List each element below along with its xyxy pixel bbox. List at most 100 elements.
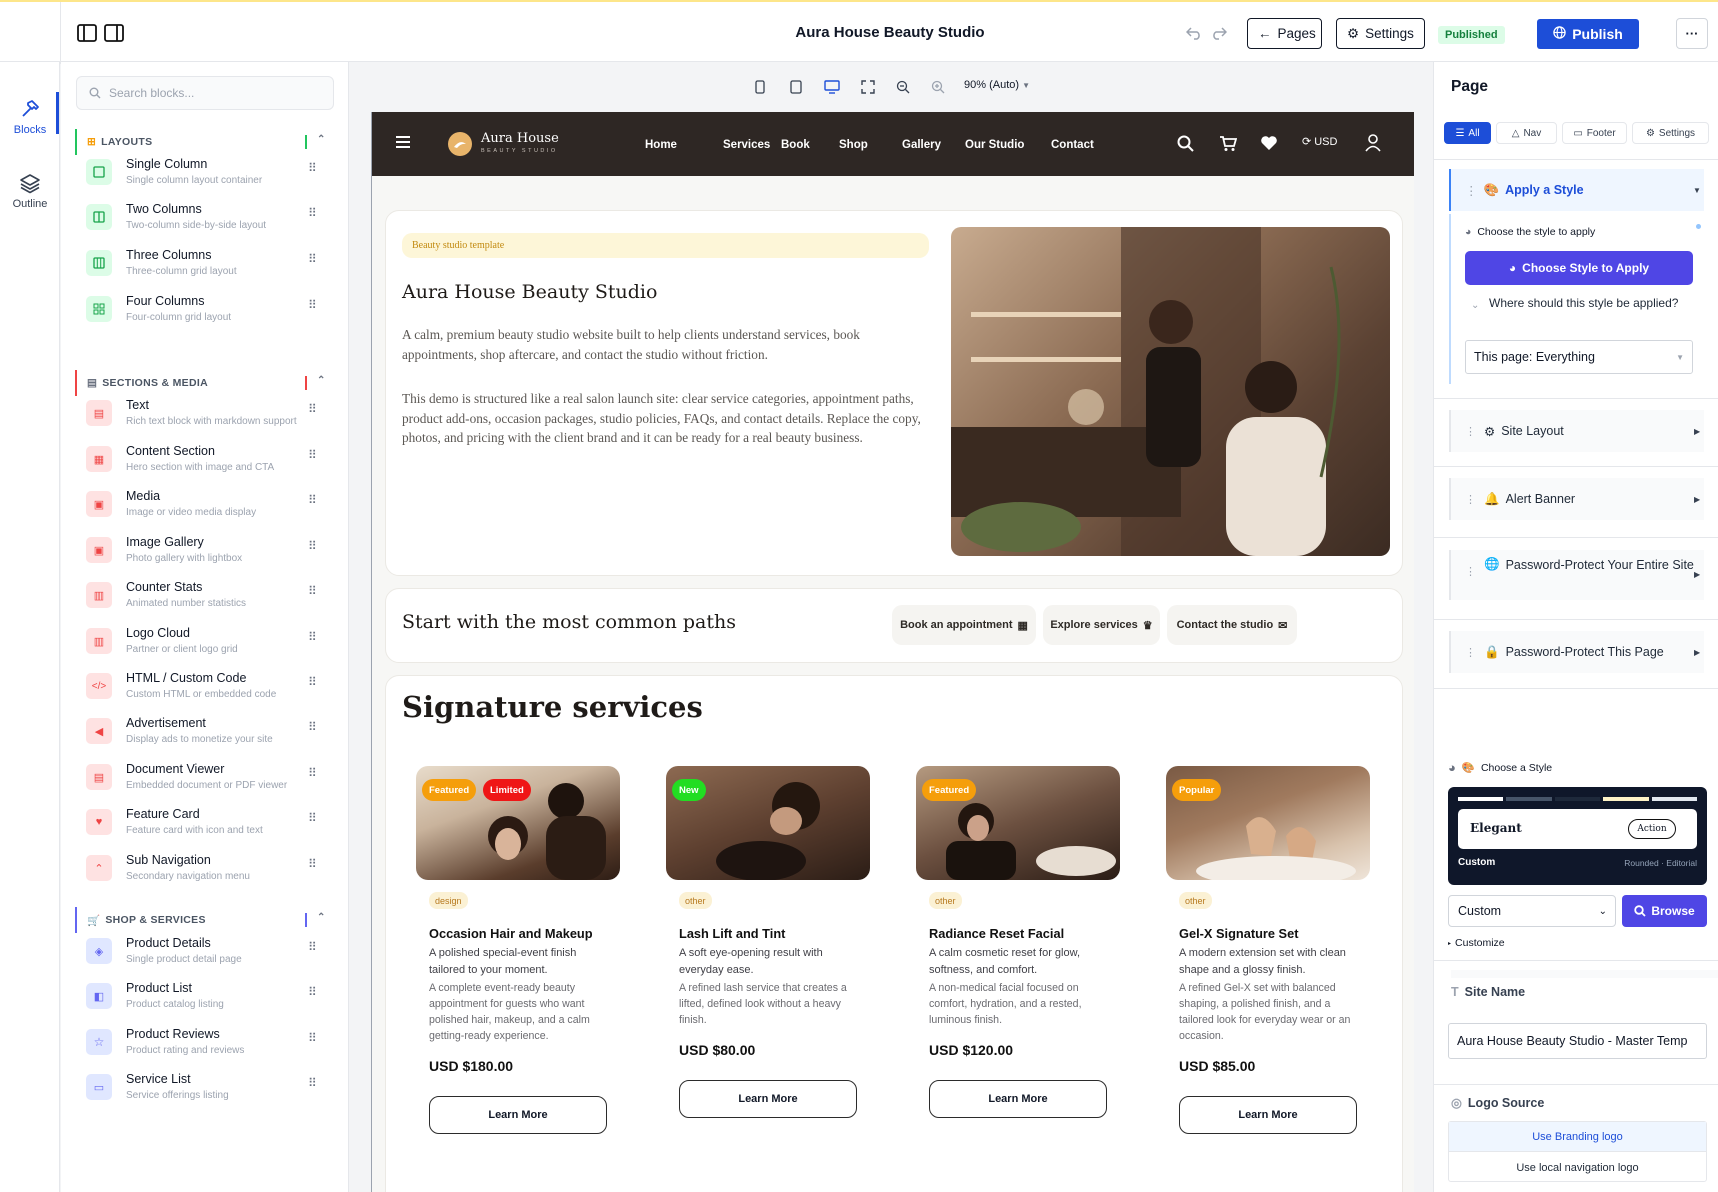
- zoom-select[interactable]: 90% (Auto) ▼: [964, 79, 1030, 91]
- contact-studio-button[interactable]: Contact the studio ✉: [1167, 605, 1297, 645]
- block-three-columns[interactable]: Three Columns Three-column grid layout ⠿: [86, 242, 336, 288]
- drag-handle-icon[interactable]: ⠿: [308, 448, 317, 462]
- style-preview-card[interactable]: Elegant Action Custom Rounded · Editoria…: [1448, 787, 1707, 885]
- block-single-column[interactable]: Single Column Single column layout conta…: [86, 151, 336, 197]
- zoom-in-icon[interactable]: [930, 79, 946, 95]
- book-appointment-button[interactable]: Book an appointment ▦: [892, 605, 1036, 645]
- currency-switcher[interactable]: ⟳ USD: [1302, 135, 1337, 149]
- block-product-details[interactable]: ◈ Product Details Single product detail …: [86, 930, 336, 976]
- block-counter-stats[interactable]: ▥ Counter Stats Animated number statisti…: [86, 574, 336, 620]
- block-four-columns[interactable]: Four Columns Four-column grid layout ⠿: [86, 288, 336, 334]
- hero-section[interactable]: Beauty studio template Aura House Beauty…: [385, 210, 1403, 576]
- drag-handle-icon[interactable]: ⠿: [308, 539, 317, 553]
- block-advertisement[interactable]: ◀ Advertisement Display ads to monetize …: [86, 710, 336, 756]
- logo-option-local[interactable]: Use local navigation logo: [1449, 1153, 1706, 1183]
- nav-book[interactable]: Book: [781, 139, 810, 151]
- settings-button[interactable]: ⚙ Settings: [1336, 18, 1425, 49]
- block-html-custom-code[interactable]: </> HTML / Custom Code Custom HTML or em…: [86, 665, 336, 711]
- drag-handle-icon[interactable]: ⠿: [308, 857, 317, 871]
- nav-home[interactable]: Home: [645, 139, 677, 151]
- block-sub-navigation[interactable]: ⌃ Sub Navigation Secondary navigation me…: [86, 847, 336, 893]
- drag-handle-icon[interactable]: ⠿: [308, 985, 317, 999]
- section-alert-banner[interactable]: ⋮ 🔔 Alert Banner ▶: [1449, 478, 1704, 520]
- drag-handle-icon[interactable]: ⠿: [308, 720, 317, 734]
- customize-link[interactable]: ▸ Customize: [1448, 937, 1505, 949]
- customize-label: Customize: [1455, 937, 1505, 949]
- block-product-list[interactable]: ◧ Product List Product catalog listing ⠿: [86, 975, 336, 1021]
- fullscreen-icon[interactable]: [860, 79, 876, 95]
- drag-handle-icon[interactable]: ⠿: [308, 675, 317, 689]
- filter-footer[interactable]: ▭ Footer: [1562, 122, 1627, 144]
- learn-more-button[interactable]: Learn More: [1179, 1096, 1357, 1134]
- drag-handle-icon[interactable]: ⠿: [308, 940, 317, 954]
- publish-button[interactable]: Publish: [1537, 19, 1639, 49]
- rail-blocks-tab[interactable]: Blocks: [0, 98, 60, 136]
- logo-option-branding[interactable]: Use Branding logo: [1449, 1122, 1706, 1152]
- toggle-right-panel-icon[interactable]: [103, 22, 125, 44]
- drag-handle-icon[interactable]: ⠿: [308, 402, 317, 416]
- toggle-left-panel-icon[interactable]: [76, 22, 98, 44]
- nav-shop[interactable]: Shop: [839, 139, 868, 151]
- chevron-up-icon: ⌃: [317, 134, 326, 145]
- block-image-gallery[interactable]: ▣ Image Gallery Photo gallery with light…: [86, 529, 336, 575]
- style-select[interactable]: Custom ⌄: [1448, 895, 1616, 927]
- section-password-page[interactable]: ⋮ 🔒 Password-Protect This Page ▶: [1449, 631, 1704, 673]
- drag-handle-icon[interactable]: ⠿: [308, 206, 317, 220]
- rail-outline-tab[interactable]: Outline: [0, 172, 60, 210]
- drag-handle-icon[interactable]: ⠿: [308, 811, 317, 825]
- learn-more-button[interactable]: Learn More: [429, 1096, 607, 1134]
- bar-chart-icon: ▥: [86, 582, 112, 608]
- more-options-button[interactable]: ···: [1676, 18, 1708, 49]
- section-password-site[interactable]: ⋮ 🌐 Password-Protect Your Entire Site ▶: [1449, 550, 1704, 600]
- phone-view-icon[interactable]: [752, 79, 768, 95]
- choose-style-button[interactable]: ◕ Choose Style to Apply: [1465, 251, 1693, 285]
- apply-scope-select[interactable]: This page: Everything ▼: [1465, 340, 1693, 374]
- filter-nav[interactable]: △ Nav: [1496, 122, 1557, 144]
- section-site-layout[interactable]: ⋮ ⚙ Site Layout ▶: [1449, 410, 1704, 452]
- learn-more-button[interactable]: Learn More: [929, 1080, 1107, 1118]
- drag-handle-icon[interactable]: ⠿: [308, 766, 317, 780]
- search-input[interactable]: Search blocks...: [76, 76, 334, 110]
- drag-handle-icon[interactable]: ⠿: [308, 630, 317, 644]
- tablet-view-icon[interactable]: [788, 79, 804, 95]
- filter-all[interactable]: ☰ All: [1444, 122, 1491, 144]
- block-text[interactable]: ▤ Text Rich text block with markdown sup…: [86, 392, 336, 438]
- drag-handle-icon[interactable]: ⠿: [308, 1076, 317, 1090]
- block-service-list[interactable]: ▭ Service List Service offerings listing…: [86, 1066, 336, 1112]
- brand-name[interactable]: Aura House: [481, 131, 559, 146]
- block-document-viewer[interactable]: ▤ Document Viewer Embedded document or P…: [86, 756, 336, 802]
- nav-contact[interactable]: Contact: [1051, 139, 1094, 151]
- apply-style-header[interactable]: ⋮ 🎨 Apply a Style ▼: [1449, 169, 1704, 211]
- heart-icon[interactable]: [1260, 135, 1278, 154]
- drag-handle-icon[interactable]: ⠿: [308, 493, 317, 507]
- search-icon[interactable]: [1177, 135, 1194, 155]
- drag-handle-icon[interactable]: ⠿: [308, 252, 317, 266]
- nav-services[interactable]: Services: [723, 139, 770, 151]
- filter-settings[interactable]: ⚙ Settings: [1632, 122, 1709, 144]
- drag-handle-icon[interactable]: ⠿: [308, 161, 317, 175]
- rail-outline-label: Outline: [12, 198, 48, 210]
- redo-icon[interactable]: [1208, 22, 1230, 44]
- block-two-columns[interactable]: Two Columns Two-column side-by-side layo…: [86, 196, 336, 242]
- pages-button[interactable]: ← Pages: [1247, 18, 1322, 49]
- nav-gallery[interactable]: Gallery: [902, 139, 941, 151]
- desktop-view-icon[interactable]: [824, 79, 840, 95]
- block-product-reviews[interactable]: ☆ Product Reviews Product rating and rev…: [86, 1021, 336, 1067]
- block-media[interactable]: ▣ Media Image or video media display ⠿: [86, 483, 336, 529]
- learn-more-button[interactable]: Learn More: [679, 1080, 857, 1118]
- account-icon[interactable]: [1365, 134, 1381, 155]
- explore-services-button[interactable]: Explore services ♛: [1043, 605, 1160, 645]
- block-feature-card[interactable]: ♥ Feature Card Feature card with icon an…: [86, 801, 336, 847]
- undo-icon[interactable]: [1183, 22, 1205, 44]
- drag-handle-icon[interactable]: ⠿: [308, 584, 317, 598]
- site-name-input[interactable]: Aura House Beauty Studio - Master Temp: [1448, 1023, 1707, 1059]
- hamburger-icon[interactable]: [396, 136, 410, 148]
- block-logo-cloud[interactable]: ▥ Logo Cloud Partner or client logo grid…: [86, 620, 336, 666]
- cart-icon[interactable]: [1219, 135, 1238, 155]
- drag-handle-icon[interactable]: ⠿: [308, 298, 317, 312]
- block-content-section[interactable]: ▦ Content Section Hero section with imag…: [86, 438, 336, 484]
- nav-our-studio[interactable]: Our Studio: [965, 139, 1024, 151]
- browse-styles-button[interactable]: Browse: [1622, 895, 1707, 927]
- zoom-out-icon[interactable]: [895, 79, 911, 95]
- drag-handle-icon[interactable]: ⠿: [308, 1031, 317, 1045]
